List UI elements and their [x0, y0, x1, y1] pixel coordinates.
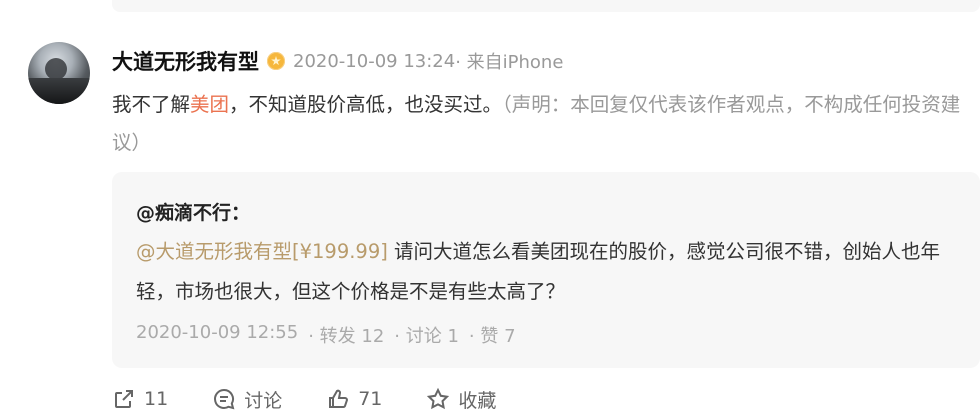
quote-content: @大道无形我有型[¥199.99] 请问大道怎么看美团现在的股价，感觉公司很不错… [136, 232, 956, 312]
thumbs-up-icon [329, 389, 349, 409]
comment-icon [214, 388, 235, 410]
quoted-post-card[interactable]: @痴滴不行： @大道无形我有型[¥199.99] 请问大道怎么看美团现在的股价，… [112, 172, 980, 368]
share-button[interactable]: 11 [112, 387, 168, 411]
quote-author: @痴滴不行： [136, 198, 250, 225]
discuss-label: 讨论 [244, 389, 283, 412]
reply-timestamp: 2020-10-09 13:24 [293, 50, 456, 72]
favorite-button[interactable]: 收藏 [426, 386, 496, 413]
quote-repost-count[interactable]: · 转发 12 [308, 322, 384, 348]
quote-meta: 2020-10-09 12:55 · 转发 12 · 讨论 1 · 赞 7 [136, 322, 516, 348]
reply-source: · 来自iPhone [455, 52, 564, 73]
like-count: 71 [358, 388, 383, 410]
favorite-label: 收藏 [458, 389, 497, 412]
reply-content: 我不了解美团，不知道股价高低，也没买过。（声明：本回复仅代表该作者观点，不构成任… [112, 86, 962, 162]
star-icon [427, 387, 450, 410]
share-icon [115, 390, 133, 408]
mention-link[interactable]: @大道无形我有型[¥199.99] [136, 240, 388, 263]
previous-quote-card-edge [112, 0, 980, 12]
quote-author-colon: ： [231, 202, 251, 224]
vip-badge-icon [267, 52, 285, 70]
share-count: 11 [144, 388, 169, 410]
username[interactable]: 大道无形我有型 [112, 46, 259, 76]
discuss-button[interactable]: 讨论 [212, 386, 282, 413]
like-button[interactable]: 71 [326, 387, 382, 411]
reply-text-after: ，不知道股价高低，也没买过。 [229, 93, 503, 116]
stock-link[interactable]: 美团 [190, 93, 229, 116]
user-avatar[interactable] [28, 42, 90, 104]
quote-timestamp: 2020-10-09 12:55 [136, 322, 299, 343]
reply-text-before: 我不了解 [112, 93, 191, 116]
quote-like-count[interactable]: · 赞 7 [469, 322, 516, 348]
action-bar: 11 讨论 71 收藏 [112, 384, 540, 414]
quote-author-name[interactable]: @痴滴不行 [136, 202, 231, 224]
quote-comment-count[interactable]: · 讨论 1 [394, 322, 459, 348]
reply-header: 大道无形我有型 2020-10-09 13:24 · 来自iPhone [112, 46, 563, 76]
